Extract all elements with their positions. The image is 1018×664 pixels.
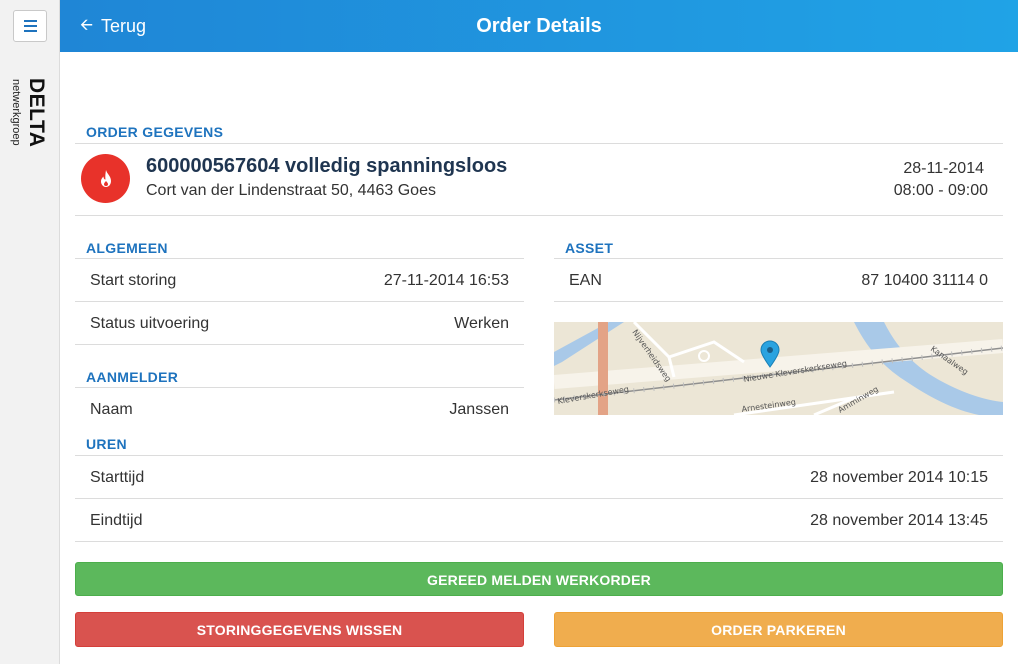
eindtijd-label: Eindtijd (90, 512, 143, 529)
start-storing-label: Start storing (90, 272, 177, 289)
clear-fault-data-button[interactable]: STORINGGEGEVENS WISSEN (75, 612, 524, 647)
status-uitvoering-label: Status uitvoering (90, 315, 210, 332)
divider (75, 301, 524, 302)
divider (75, 143, 1003, 144)
page-title: Order Details (476, 15, 602, 37)
divider (75, 455, 1003, 456)
divider (75, 541, 1003, 542)
starttijd-value: 28 november 2014 10:15 (810, 469, 988, 486)
divider (75, 215, 1003, 216)
eindtijd-value: 28 november 2014 13:45 (810, 512, 988, 529)
logo-sub-text: netwerkgroep (10, 79, 22, 146)
order-address: Cort van der Lindenstraat 50, 4463 Goes (146, 182, 436, 199)
menu-bar-icon (23, 25, 37, 27)
logo-main-text: DELTA (25, 78, 48, 148)
section-title-order: ORDER GEGEVENS (86, 124, 224, 140)
section-title-algemeen: ALGEMEEN (86, 240, 168, 256)
park-order-button[interactable]: ORDER PARKEREN (554, 612, 1003, 647)
location-map[interactable]: Nijverheidsweg Nieuwe Kleverskerkseweg K… (554, 322, 1003, 415)
hamburger-menu-button[interactable] (13, 10, 47, 42)
section-title-asset: ASSET (565, 240, 614, 256)
flame-icon (81, 154, 130, 203)
status-uitvoering-value: Werken (454, 315, 509, 332)
divider (75, 258, 524, 259)
divider (554, 301, 1003, 302)
divider (554, 258, 1003, 259)
section-title-aanmelder: AANMELDER (86, 369, 179, 385)
order-date: 28-11-2014 (903, 160, 984, 177)
delta-logo: DELTA netwerkgroep (10, 78, 52, 158)
order-time: 08:00 - 09:00 (893, 182, 988, 199)
menu-bar-icon (23, 30, 37, 32)
divider (75, 344, 524, 345)
starttijd-label: Starttijd (90, 469, 145, 486)
start-storing-value: 27-11-2014 16:53 (383, 272, 509, 289)
divider (75, 498, 1003, 499)
ean-label: EAN (569, 272, 602, 289)
naam-label: Naam (90, 401, 133, 418)
section-title-uren: UREN (86, 436, 127, 452)
ean-value: 87 10400 31114 0 (861, 272, 988, 289)
left-rail: DELTA netwerkgroep (0, 0, 60, 664)
top-header: 🡨 Terug Order Details (60, 0, 1018, 52)
naam-value: Janssen (449, 401, 509, 418)
menu-bar-icon (23, 20, 37, 22)
divider (75, 387, 524, 388)
complete-workorder-button[interactable]: GEREED MELDEN WERKORDER (75, 562, 1003, 596)
order-title: 600000567604 volledig spanningsloos (146, 155, 508, 177)
